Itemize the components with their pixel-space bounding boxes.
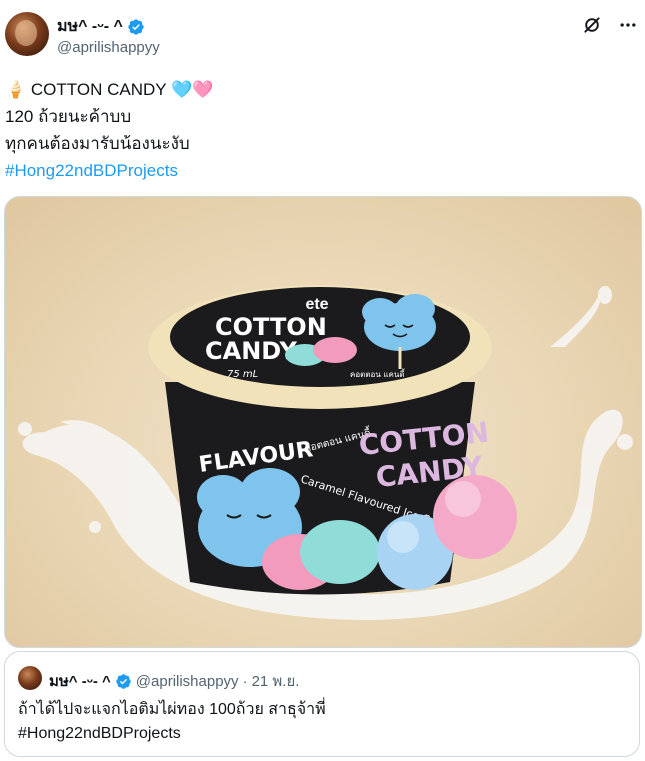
author-handle[interactable]: @aprilishappyy (57, 39, 160, 56)
ice-cream-emoji: 🍦 (5, 80, 27, 99)
hearts-emoji: 🩵🩷 (171, 80, 214, 99)
tweet-hashtag-link[interactable]: #Hong22ndBDProjects (5, 157, 635, 184)
quoted-header-row: มษ^ -ᵕ- ^ @aprilishappyy · 21 พ.ย. (49, 669, 299, 693)
quoted-separator-dot: · (242, 672, 248, 690)
quoted-verified-badge-icon (116, 673, 131, 689)
quoted-handle[interactable]: @aprilishappyy (136, 673, 239, 690)
quoted-display-name[interactable]: มษ^ -ᵕ- ^ (49, 669, 111, 693)
grok-icon-svg (584, 17, 600, 33)
lid-thai-label: คอตตอน แคนดี้ (350, 368, 406, 379)
lid-volume: 75 mL (227, 369, 258, 380)
author-name-row[interactable]: มษ^ -ᵕ- ^ (57, 14, 145, 39)
quoted-text: ถ้าได้ไปจะแจกไอติมไผ่ทอง 100ถ้วย สาธุจ้า… (18, 698, 326, 746)
cotton-candy-pink (433, 475, 517, 559)
more-options-icon[interactable] (617, 14, 639, 36)
tweet-text: 🍦 COTTON CANDY 🩵🩷 120 ถ้วยนะค้าบบ ทุกคนต… (5, 76, 635, 184)
lid-title-candy: CANDY (205, 337, 297, 365)
author-display-name[interactable]: มษ^ -ᵕ- ^ (57, 14, 123, 39)
verified-badge-icon (128, 18, 144, 35)
quoted-date[interactable]: 21 พ.ย. (252, 669, 300, 693)
ice-cream-cup-illustration: ete COTTON CANDY 75 mL คอตตอน แคนดี้ FLA… (18, 285, 633, 620)
quoted-text-line-1: ถ้าได้ไปจะแจกไอติมไผ่ทอง 100ถ้วย สาธุจ้า… (18, 701, 326, 718)
tweet-line-2: 120 ถ้วยนะค้าบบ (5, 107, 132, 126)
lid-brand-logo: ete (305, 296, 328, 313)
quoted-hashtag[interactable]: #Hong22ndBDProjects (18, 722, 326, 746)
tweet-top-actions (581, 14, 639, 36)
grok-icon[interactable] (581, 14, 603, 36)
tweet-title: COTTON CANDY (30, 80, 167, 99)
more-dots-svg (620, 23, 636, 27)
quoted-author-avatar[interactable] (18, 666, 42, 690)
author-avatar[interactable] (5, 12, 49, 56)
tweet-media-image[interactable]: ete COTTON CANDY 75 mL คอตตอน แคนดี้ FLA… (4, 196, 642, 648)
tweet-line-1: 🍦 COTTON CANDY 🩵🩷 (5, 76, 635, 103)
quoted-tweet[interactable]: มษ^ -ᵕ- ^ @aprilishappyy · 21 พ.ย. ถ้าได… (4, 651, 640, 757)
tweet-line-3: ทุกคนต้องมารับน้องนะงับ (5, 134, 190, 153)
